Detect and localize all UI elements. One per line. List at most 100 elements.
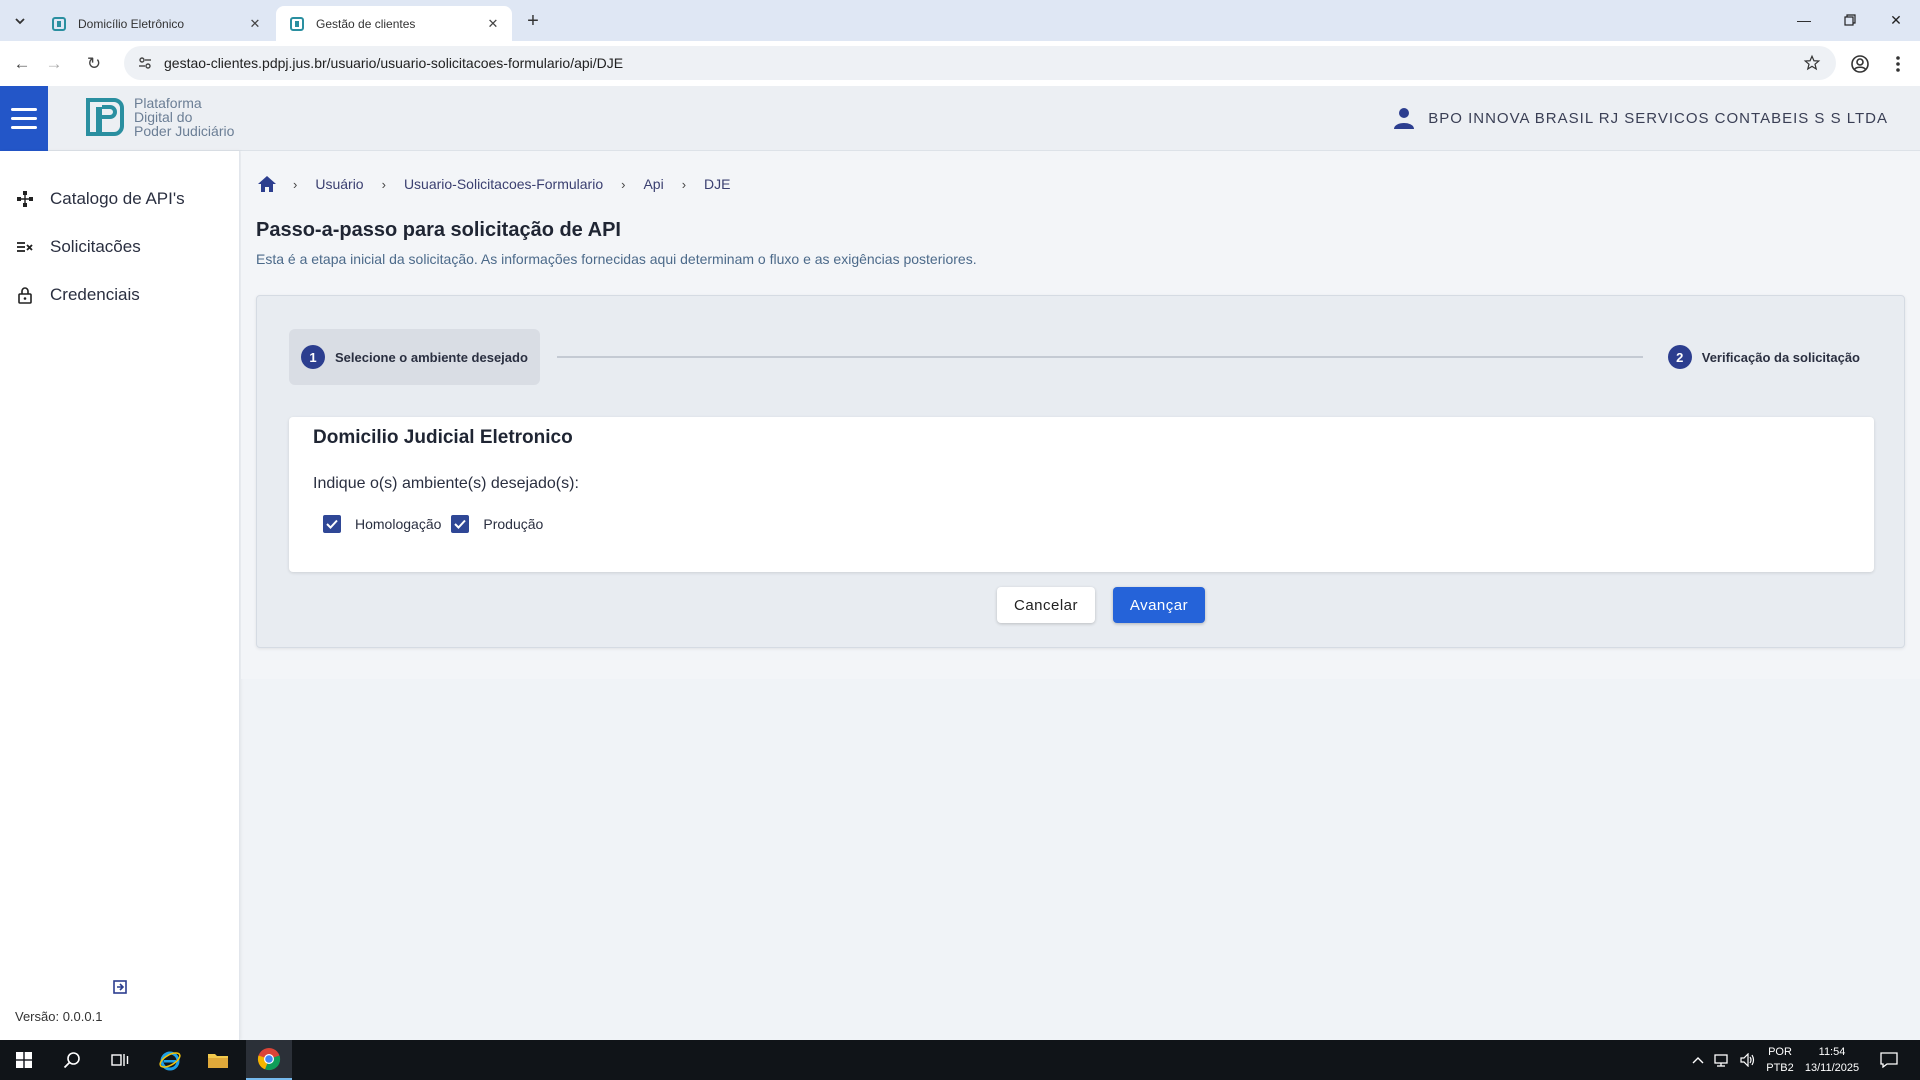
sidebar-item-credenciais[interactable]: Credenciais (0, 275, 238, 315)
arrow-right-icon: → (45, 54, 63, 73)
chevron-down-icon (15, 18, 25, 25)
chevron-up-icon (1692, 1057, 1704, 1064)
menu-toggle-button[interactable] (0, 86, 48, 151)
requests-list-icon (14, 236, 36, 258)
task-view-icon (111, 1054, 129, 1066)
environment-card: Domicilio Judicial Eletronico Indique o(… (289, 417, 1874, 572)
close-window-button[interactable]: ✕ (1878, 7, 1914, 33)
checkbox-label: Homologação (355, 516, 442, 532)
step-label: Selecione o ambiente desejado (335, 349, 528, 365)
tab-domicilio[interactable]: Domicílio Eletrônico ✕ (38, 6, 274, 41)
sidebar-item-label: Solicitacões (50, 237, 141, 256)
restore-button[interactable] (1832, 7, 1868, 33)
tab-title: Gestão de clientes (316, 16, 416, 31)
network-icon (1714, 1054, 1728, 1067)
browser-toolbar: ← → ↻ gestao-clientes.pdpj.jus.br/usuari… (0, 41, 1920, 86)
taskbar: POR PTB2 11:54 13/11/2025 (0, 1040, 1920, 1080)
breadcrumb-usuario[interactable]: Usuário (315, 176, 363, 192)
notification-icon (1880, 1052, 1898, 1068)
arrow-left-icon: ← (13, 54, 31, 73)
language-indicator[interactable]: POR PTB2 (1762, 1044, 1798, 1076)
site-info-icon[interactable] (130, 55, 160, 71)
step-label: Verificação da solicitação (1701, 349, 1860, 365)
close-icon[interactable]: ✕ (246, 15, 264, 33)
environment-options: Homologação Produção (323, 515, 553, 533)
breadcrumb-api[interactable]: Api (643, 176, 663, 192)
page-subtitle: Esta é a etapa inicial da solicitação. A… (256, 251, 977, 267)
version-label: Versão: 0.0.0.1 (15, 1009, 103, 1024)
search-button[interactable] (48, 1040, 96, 1080)
tray-overflow-button[interactable] (1692, 1040, 1704, 1080)
taskbar-ie[interactable] (146, 1040, 194, 1080)
bookmark-star-icon[interactable] (1802, 53, 1822, 73)
forward-button[interactable]: → (40, 50, 68, 78)
lock-icon (14, 284, 36, 306)
collapse-sidebar-icon (113, 980, 127, 994)
address-bar[interactable]: gestao-clientes.pdpj.jus.br/usuario/usua… (124, 46, 1836, 80)
sidebar-item-label: Credenciais (50, 285, 140, 304)
checkbox-checked-icon[interactable] (451, 515, 470, 533)
sidebar-item-solicitacoes[interactable]: Solicitacões (0, 227, 238, 267)
checkbox-checked-icon[interactable] (323, 515, 341, 533)
internet-explorer-icon (159, 1051, 181, 1071)
sidebar-item-label: Catalogo de API's (50, 189, 185, 208)
breadcrumb: › Usuário › Usuario-Solicitacoes-Formula… (257, 175, 740, 193)
taskbar-chrome[interactable] (246, 1040, 292, 1080)
pdpj-logo-icon (86, 98, 124, 136)
profile-button[interactable] (1846, 50, 1874, 78)
close-icon[interactable]: ✕ (484, 15, 502, 33)
network-button[interactable] (1714, 1040, 1730, 1080)
home-icon[interactable] (257, 175, 277, 193)
minimize-button[interactable]: — (1786, 7, 1822, 33)
taskbar-explorer[interactable] (194, 1040, 242, 1080)
browser-tab-strip: Domicílio Eletrônico ✕ Gestão de cliente… (0, 0, 1920, 41)
speaker-icon (1740, 1053, 1755, 1067)
volume-button[interactable] (1740, 1040, 1756, 1080)
minimize-icon: — (1797, 12, 1811, 28)
windows-logo-icon (16, 1052, 32, 1068)
chrome-icon (257, 1048, 281, 1071)
browser-menu-button[interactable] (1884, 50, 1912, 78)
notifications-button[interactable] (1880, 1040, 1898, 1080)
tab-search-button[interactable] (8, 9, 32, 33)
checkbox-label: Produção (483, 516, 544, 532)
step-1[interactable]: 1 Selecione o ambiente desejado (289, 329, 540, 385)
card-title: Domicilio Judicial Eletronico (313, 427, 573, 448)
search-icon (63, 1052, 80, 1069)
checkbox-homologacao[interactable]: Homologação (323, 515, 441, 533)
wizard-panel: 1 Selecione o ambiente desejado 2 Verifi… (256, 295, 1905, 648)
checkbox-producao[interactable]: Produção (451, 515, 543, 533)
breadcrumb-dje[interactable]: DJE (704, 176, 730, 192)
step-number: 1 (301, 345, 325, 369)
next-button[interactable]: Avançar (1113, 587, 1205, 623)
restore-icon (1844, 14, 1856, 26)
environment-question: Indique o(s) ambiente(s) desejado(s): (313, 475, 579, 492)
clock[interactable]: 11:54 13/11/2025 (1800, 1044, 1864, 1076)
chevron-right-icon: › (621, 176, 626, 192)
tab-title: Domicílio Eletrônico (78, 16, 185, 31)
chevron-right-icon: › (293, 176, 298, 192)
task-view-button[interactable] (96, 1040, 144, 1080)
api-catalog-icon (14, 188, 36, 210)
plus-icon: + (527, 9, 539, 32)
cancel-button[interactable]: Cancelar (997, 587, 1095, 623)
back-button[interactable]: ← (8, 50, 36, 78)
pdpj-favicon-icon (50, 15, 68, 33)
folder-icon (208, 1054, 228, 1068)
close-icon: ✕ (1890, 11, 1902, 28)
pdpj-logo[interactable]: Plataforma Digital do Poder Judiciário (84, 96, 234, 138)
user-menu[interactable]: BPO INNOVA BRASIL RJ SERVICOS CONTABEIS … (1392, 106, 1888, 130)
user-name: BPO INNOVA BRASIL RJ SERVICOS CONTABEIS … (1428, 109, 1888, 127)
url-text: gestao-clientes.pdpj.jus.br/usuario/usua… (164, 55, 624, 71)
reload-button[interactable]: ↻ (80, 50, 108, 78)
collapse-sidebar-button[interactable] (110, 977, 130, 997)
step-2[interactable]: 2 Verificação da solicitação (1656, 329, 1872, 385)
profile-icon (1851, 55, 1869, 73)
new-tab-button[interactable]: + (520, 8, 546, 34)
chevron-right-icon: › (381, 176, 386, 192)
start-button[interactable] (0, 1040, 48, 1080)
sidebar-item-catalogo[interactable]: Catalogo de API's (0, 179, 238, 219)
breadcrumb-formulario[interactable]: Usuario-Solicitacoes-Formulario (404, 176, 603, 192)
stepper-line (557, 356, 1643, 358)
tab-gestao[interactable]: Gestão de clientes ✕ (276, 6, 512, 41)
